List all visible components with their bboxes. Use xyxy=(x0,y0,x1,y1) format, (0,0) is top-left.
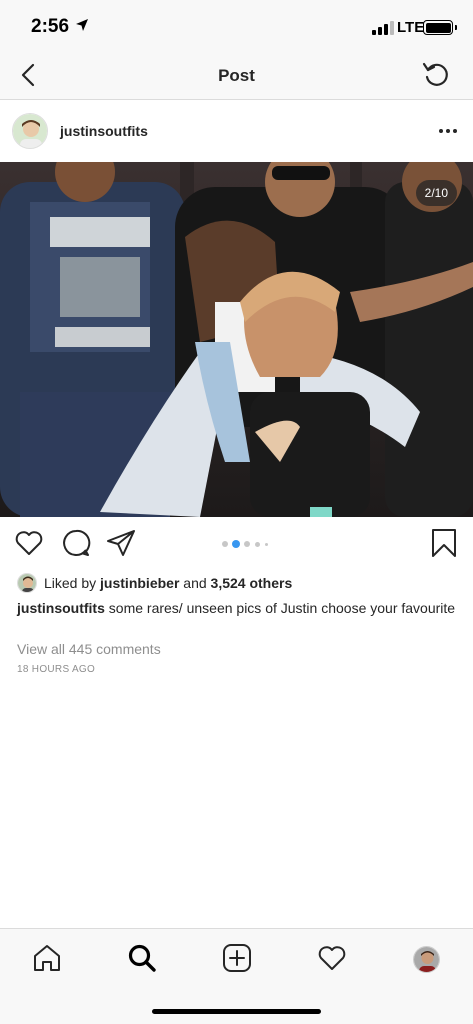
post-header: justinsoutfits xyxy=(0,101,473,161)
page-title: Post xyxy=(218,66,255,85)
likes-count[interactable]: 3,524 others xyxy=(211,575,293,591)
profile-avatar[interactable] xyxy=(413,946,440,973)
post-caption: justinsoutfits some rares/ unseen pics o… xyxy=(17,599,457,618)
status-bar: 2:56 LTE xyxy=(0,0,473,52)
carousel-dot xyxy=(222,541,228,547)
caption-text: some rares/ unseen pics of Justin choose… xyxy=(108,600,456,616)
home-indicator xyxy=(152,1009,321,1014)
post-actions xyxy=(0,528,473,562)
carousel-dot xyxy=(265,543,268,546)
battery-cap xyxy=(455,25,457,30)
more-options-icon[interactable] xyxy=(436,119,460,143)
liked-by-and: and xyxy=(183,575,207,591)
network-label: LTE xyxy=(397,19,425,36)
battery-icon xyxy=(423,20,453,35)
photo-illustration xyxy=(0,162,473,517)
search-icon[interactable] xyxy=(127,943,157,973)
carousel-dot xyxy=(244,541,250,547)
view-comments-link[interactable]: View all 445 comments xyxy=(17,641,161,657)
likes-text: Liked by justinbieber and 3,524 others xyxy=(44,575,292,591)
refresh-icon[interactable] xyxy=(420,58,452,90)
tab-bar xyxy=(0,928,473,1024)
nav-bar: Post xyxy=(0,52,473,100)
heart-icon[interactable] xyxy=(14,528,44,558)
post-timestamp: 18 HOURS AGO xyxy=(17,664,96,675)
liked-by-user[interactable]: justinbieber xyxy=(100,575,179,591)
post-photo[interactable] xyxy=(0,162,473,517)
activity-icon[interactable] xyxy=(317,943,347,973)
carousel-dot-active xyxy=(232,540,240,548)
bookmark-icon[interactable] xyxy=(429,528,459,558)
location-arrow-icon xyxy=(76,19,88,31)
liked-by-prefix: Liked by xyxy=(44,575,97,591)
back-icon[interactable] xyxy=(14,60,44,90)
home-icon[interactable] xyxy=(32,943,62,973)
liker-avatar xyxy=(17,573,37,593)
share-icon[interactable] xyxy=(106,528,136,558)
post-username[interactable]: justinsoutfits xyxy=(60,123,148,139)
comment-icon[interactable] xyxy=(61,528,91,558)
status-time: 2:56 xyxy=(31,16,70,37)
caption-username[interactable]: justinsoutfits xyxy=(17,600,105,616)
carousel-dot xyxy=(255,542,260,547)
image-counter-badge: 2/10 xyxy=(415,180,457,206)
avatar[interactable] xyxy=(12,113,48,149)
add-icon[interactable] xyxy=(222,943,252,973)
